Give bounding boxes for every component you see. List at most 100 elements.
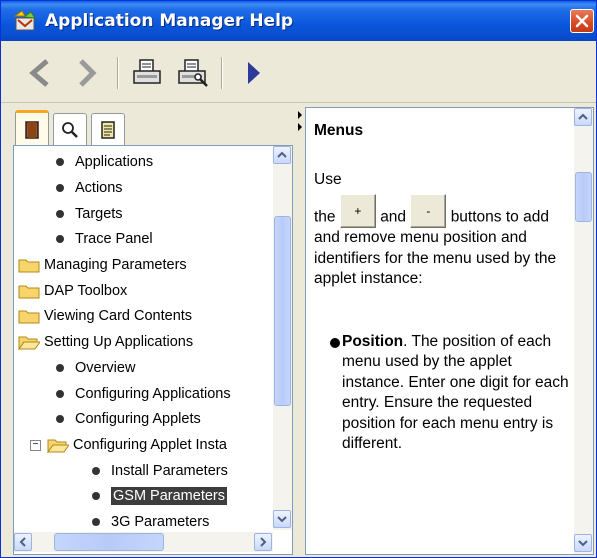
folder-icon: [18, 310, 40, 324]
bullet-term: Position: [342, 332, 404, 350]
tree-item-label: 3G Parameters: [111, 514, 210, 530]
topic-bullet-icon: [92, 492, 100, 500]
plus-button-image: +: [339, 194, 376, 228]
intro-buttons: buttons: [450, 208, 502, 226]
collapse-toggle[interactable]: −: [30, 439, 41, 451]
application-icon: [13, 10, 37, 32]
topic-bullet-icon: [56, 158, 64, 166]
intro-use: Use: [314, 170, 342, 188]
triangle-right-icon: [248, 62, 260, 84]
intro-paragraph: the + and - buttons to add and remove me…: [314, 194, 570, 290]
minus-button-image: -: [410, 194, 447, 228]
tree-item-label: Configuring Applets: [75, 411, 201, 427]
scroll-left-button[interactable]: [14, 533, 32, 551]
scroll-up-button[interactable]: [574, 108, 592, 126]
toolbar-separator: [117, 57, 119, 89]
pane-splitter[interactable]: [297, 107, 305, 555]
tree-item-label: Setting Up Applications: [44, 334, 194, 350]
printer-settings-icon: [178, 59, 208, 87]
folder-open-icon: [18, 336, 40, 350]
print-button[interactable]: [129, 55, 165, 91]
close-icon: [575, 14, 589, 28]
scroll-down-button[interactable]: [574, 534, 592, 552]
folder-open-icon: [47, 439, 69, 453]
magnifier-icon: [62, 121, 78, 138]
tree-item-label: Actions: [75, 180, 123, 196]
tree-viewport: Applications Actions Targets Trace Panel…: [14, 146, 272, 530]
topic-bullet-icon: [56, 184, 64, 192]
tree-item-selected[interactable]: GSM Parameters: [92, 484, 227, 508]
printer-icon: [133, 59, 161, 84]
tab-contents[interactable]: [15, 110, 49, 146]
scroll-thumb[interactable]: [54, 533, 164, 551]
tree-item[interactable]: Configuring Applets: [56, 407, 201, 431]
tree-horizontal-scrollbar[interactable]: [14, 532, 273, 552]
tree-item-label: Targets: [75, 206, 123, 222]
arrow-left-icon: [29, 59, 49, 87]
tree-item[interactable]: Viewing Card Contents: [18, 304, 192, 328]
window-title: Application Manager Help: [45, 11, 294, 31]
topic-bullet-icon: [56, 235, 64, 243]
tree-item-label: Overview: [75, 360, 136, 376]
back-button[interactable]: [21, 55, 57, 91]
folder-icon: [18, 259, 40, 273]
toolbar-separator: [221, 57, 223, 89]
tree-item-label: Configuring Applications: [75, 386, 231, 402]
chevron-down-icon: [578, 540, 588, 547]
arrow-right-icon: [79, 59, 97, 87]
book-icon: [25, 120, 39, 139]
chevron-up-icon: [578, 113, 588, 120]
topic-bullet-icon: [56, 210, 64, 218]
close-button[interactable]: [570, 9, 594, 33]
forward-button[interactable]: [69, 55, 105, 91]
tree-item[interactable]: DAP Toolbox: [18, 279, 127, 303]
tree-item[interactable]: Managing Parameters: [18, 253, 187, 277]
tree-item-label: Applications: [75, 154, 154, 170]
tree-item[interactable]: Actions: [56, 176, 123, 200]
toolbar: [1, 41, 596, 103]
tree-item-label: Managing Parameters: [44, 257, 187, 273]
bullet-description: . The position of each menu used by the …: [342, 332, 569, 453]
document-icon: [101, 120, 115, 139]
scroll-thumb[interactable]: [274, 216, 291, 406]
scroll-right-button[interactable]: [254, 533, 272, 551]
scroll-up-button[interactable]: [273, 146, 291, 164]
content-vertical-scrollbar[interactable]: [574, 108, 593, 554]
tree-item[interactable]: Configuring Applications: [56, 382, 231, 406]
tree-vertical-scrollbar[interactable]: [273, 146, 292, 530]
tree-item[interactable]: 3G Parameters: [92, 510, 209, 530]
tree-item[interactable]: Install Parameters: [92, 459, 228, 483]
contents-tree[interactable]: Applications Actions Targets Trace Panel…: [13, 145, 293, 555]
help-window: Application Manager Help Applications Ac…: [0, 0, 597, 558]
tree-item[interactable]: − Configuring Applet Insta: [30, 433, 227, 457]
topic-content-pane: Menus Use the + and - buttons to add and…: [305, 107, 594, 555]
tab-index[interactable]: [91, 113, 125, 145]
tree-item[interactable]: Applications: [56, 150, 153, 174]
folder-icon: [18, 285, 40, 299]
topic-bullet-icon: [56, 364, 64, 372]
navigation-pane: Applications Actions Targets Trace Panel…: [7, 107, 297, 555]
list-bullet-icon: [330, 337, 340, 348]
scroll-down-button[interactable]: [273, 510, 291, 528]
topic-bullet-icon: [92, 467, 100, 475]
tree-item-label: Install Parameters: [111, 463, 228, 479]
chevron-right-icon: [260, 537, 267, 547]
tree-item-label: GSM Parameters: [111, 487, 227, 505]
splitter-grip-icon: [298, 111, 302, 131]
tree-item-label: DAP Toolbox: [44, 283, 128, 299]
title-bar[interactable]: Application Manager Help: [1, 1, 596, 41]
tree-item[interactable]: Trace Panel: [56, 227, 153, 251]
tree-item[interactable]: Overview: [56, 356, 135, 380]
tree-item[interactable]: Targets: [56, 202, 123, 226]
show-hide-button[interactable]: [235, 55, 271, 91]
tab-search[interactable]: [53, 113, 87, 145]
topic-heading: Menus: [314, 122, 364, 139]
intro-and: and: [380, 208, 407, 226]
tree-item[interactable]: Setting Up Applications: [18, 330, 193, 354]
print-setup-button[interactable]: [175, 55, 211, 91]
scroll-thumb[interactable]: [575, 172, 592, 222]
chevron-left-icon: [19, 537, 26, 547]
tree-item-label: Viewing Card Contents: [44, 308, 193, 324]
topic-body: Menus Use the + and - buttons to add and…: [314, 116, 570, 554]
intro-the: the: [314, 208, 336, 226]
